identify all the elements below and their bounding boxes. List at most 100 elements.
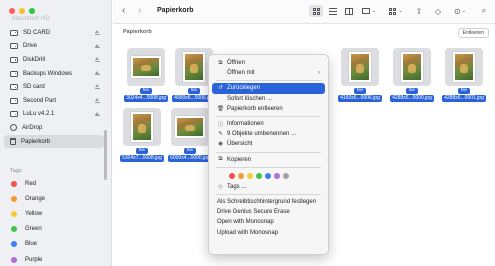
action-button[interactable]: ⊙ ⌄ (451, 5, 469, 17)
menu-separator (216, 166, 321, 168)
tag-label: Purple (25, 256, 43, 263)
sidebar-item-label: Second Part (23, 97, 57, 104)
sidebar-item-lulu[interactable]: LuLu v4.2.1 (4, 108, 104, 122)
menu-item-open[interactable]: ⧉ Öffnen (212, 58, 325, 68)
menu-item-label: Drive Genius Secure Erase (217, 209, 290, 216)
list-view-button[interactable] (327, 5, 339, 17)
chevron-down-icon: ⌄ (371, 8, 377, 14)
search-button[interactable]: ⌕ (479, 5, 489, 17)
tag-red-swatch[interactable] (229, 172, 235, 179)
tag-orange-swatch[interactable] (238, 172, 244, 179)
menu-item-empty-trash[interactable]: 🗑 Papierkorb entleeren (212, 104, 325, 114)
tag-icon: ◇ (434, 6, 442, 16)
restore-icon: ↺ (218, 85, 223, 92)
back-button[interactable]: ‹ (122, 6, 125, 16)
menu-item-set-desktop[interactable]: Als Schreibtischhintergrund festlegen (212, 197, 325, 207)
sidebar-tag-orange[interactable]: Orange (4, 191, 104, 206)
file-item[interactable]: file 3024x4...0008.jpg (124, 48, 168, 102)
columns-icon (345, 7, 353, 15)
menu-item-delete-immediately[interactable]: Sofort löschen ... (212, 94, 325, 104)
sidebar-tag-purple[interactable]: Purple (4, 252, 104, 266)
file-thumbnail (338, 48, 382, 86)
tag-green-swatch[interactable] (256, 172, 262, 179)
menu-item-quick-look[interactable]: ◉ Übersicht (212, 139, 325, 149)
menu-item-open-monosnap[interactable]: Open with Monosnap (212, 217, 325, 227)
finder-window: Macintosh HD SD CARD Drive DiskDrill Bac… (0, 0, 495, 266)
file-item[interactable]: file 4160x6...0006.jpg (338, 48, 382, 102)
tag-color-dot-icon (11, 241, 17, 248)
file-badge: file (183, 148, 197, 154)
menu-item-secure-erase[interactable]: Drive Genius Secure Erase (212, 207, 325, 217)
column-view-button[interactable] (343, 5, 355, 17)
grid-icon (389, 7, 397, 15)
trash-header-bar: Papierkorb Entleeren (113, 25, 495, 39)
tag-button[interactable]: ◇ (433, 5, 443, 17)
group-button[interactable]: ⌄ (387, 5, 405, 17)
sidebar-item-macintosh-hd[interactable]: Macintosh HD (12, 16, 50, 22)
empty-trash-button[interactable]: Entleeren (457, 28, 489, 38)
sidebar-tag-yellow[interactable]: Yellow (4, 206, 104, 221)
icon-view-button[interactable] (309, 5, 323, 17)
tag-yellow-swatch[interactable] (247, 172, 253, 179)
menu-item-copy[interactable]: ⧉ Kopieren (212, 155, 325, 165)
eject-icon[interactable] (94, 111, 100, 117)
file-item[interactable]: file 6000x4...0000.jpg (168, 108, 212, 162)
sidebar-tag-red[interactable]: Red (4, 176, 104, 191)
minimize-window-button[interactable] (19, 8, 25, 14)
sidebar-item-diskdrill[interactable]: DiskDrill (4, 53, 104, 67)
copy-icon: ⧉ (218, 156, 223, 163)
sidebar-item-label: DiskDrill (23, 56, 45, 63)
drive-icon (10, 84, 18, 91)
sidebar-item-papierkorb[interactable]: Papierkorb (4, 134, 104, 149)
tag-color-dot-icon (11, 195, 17, 202)
file-item[interactable]: file 5304x7...0008.jpg (120, 108, 164, 162)
menu-item-rename[interactable]: ✎ 9 Objekte umbenennen ... (212, 129, 325, 139)
zoom-window-button[interactable] (29, 8, 35, 14)
menu-item-tags[interactable]: ◇ Tags ... (212, 182, 325, 192)
sidebar-item-sd-card-2[interactable]: SD card (4, 80, 104, 94)
tag-purple-swatch[interactable] (274, 172, 280, 179)
eye-icon: ◉ (218, 141, 223, 148)
menu-item-upload-monosnap[interactable]: Upload with Monosnap (212, 227, 325, 237)
window-title: Papierkorb (157, 7, 194, 14)
file-item[interactable]: file 4288x6...0000.jpg (390, 48, 434, 102)
sidebar-item-airdrop[interactable]: AirDrop (4, 121, 104, 135)
drive-icon (10, 70, 18, 77)
drive-icon (10, 111, 18, 118)
share-button[interactable]: ⇧ (414, 5, 424, 17)
menu-item-open-with[interactable]: Öffnen mit › (212, 68, 325, 78)
eject-icon[interactable] (94, 30, 100, 35)
menu-item-label: Öffnen mit (227, 70, 255, 77)
trash-icon: 🗑 (217, 105, 224, 112)
tag-color-dot-icon (11, 256, 17, 263)
sidebar-item-drive[interactable]: Drive (4, 40, 104, 54)
gallery-view-button[interactable]: ⌄ (360, 5, 378, 17)
toolbar: ‹ › Papierkorb ⌄ ⌄ ⇧ ◇ ⊙ ⌄ ⌕ (113, 0, 495, 24)
file-badge: file (135, 148, 149, 154)
sidebar-tag-blue[interactable]: Blue (4, 237, 104, 252)
file-item[interactable]: file 4288x6...0001.jpg (442, 48, 486, 102)
tag-blue-swatch[interactable] (265, 172, 271, 179)
menu-item-put-back[interactable]: ↺ Zurücklegen (212, 83, 325, 94)
close-window-button[interactable] (9, 8, 15, 14)
eject-icon[interactable] (94, 57, 100, 62)
sidebar-scrollbar[interactable] (104, 130, 107, 180)
sidebar-item-sd-card[interactable]: SD CARD (4, 26, 104, 40)
eject-icon[interactable] (94, 43, 100, 49)
menu-separator (216, 193, 321, 195)
file-name: 4288x6...0000.jpg (390, 95, 434, 102)
menu-separator (216, 115, 321, 117)
sidebar-item-backups-windows[interactable]: Backups Windows (4, 67, 104, 81)
tag-label: Blue (25, 241, 38, 248)
sidebar-item-second-part[interactable]: Second Part (4, 94, 104, 108)
eject-icon[interactable] (94, 97, 100, 103)
eject-icon[interactable] (94, 70, 100, 76)
menu-item-info[interactable]: ⓘ Informationen (212, 119, 325, 129)
trash-icon (10, 138, 16, 146)
context-menu: ⧉ Öffnen Öffnen mit › ↺ Zurücklegen Sofo… (208, 54, 329, 255)
sidebar-item-label: Papierkorb (21, 138, 51, 145)
tag-gray-swatch[interactable] (283, 172, 289, 179)
forward-button[interactable]: › (138, 6, 141, 16)
sidebar-tag-green[interactable]: Green (4, 222, 104, 237)
eject-icon[interactable] (94, 84, 100, 89)
